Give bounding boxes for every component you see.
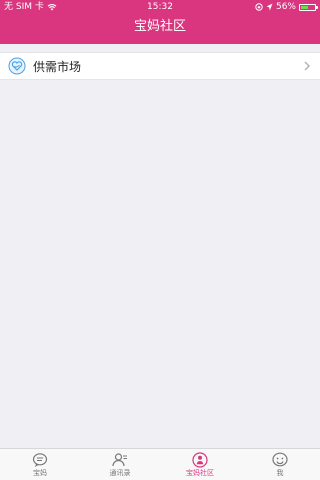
status-right: 56% [255, 0, 318, 14]
heart-handshake-icon [8, 57, 26, 75]
tab-me[interactable]: 我 [240, 449, 320, 480]
page-title: 宝妈社区 [133, 19, 186, 34]
list-item-label: 供需市场 [33, 59, 82, 74]
tab-bar: 宝妈 通讯录 宝妈社区 我 [0, 448, 320, 480]
smiley-icon [272, 452, 288, 467]
tab-community[interactable]: 宝妈社区 [160, 449, 240, 480]
tab-label: 通讯录 [109, 469, 131, 477]
battery-icon [299, 3, 318, 11]
battery-percent: 56% [275, 2, 296, 12]
location-arrow-icon [266, 3, 273, 11]
chevron-right-icon [304, 61, 310, 71]
rotation-lock-icon [255, 3, 263, 11]
contacts-icon [112, 453, 127, 467]
tab-label: 宝妈社区 [186, 469, 214, 477]
status-bar: 无 SIM 卡 15:32 56% [0, 0, 320, 14]
tab-baoma[interactable]: 宝妈 [0, 449, 80, 480]
list-item-supply-demand-market[interactable]: 供需市场 [0, 52, 320, 80]
community-icon [192, 452, 208, 468]
chat-bubble-icon [32, 453, 48, 467]
tab-contacts[interactable]: 通讯录 [80, 449, 160, 480]
tab-label: 宝妈 [33, 469, 47, 477]
tab-label: 我 [276, 469, 284, 477]
header: 无 SIM 卡 15:32 56% 宝妈社区 [0, 0, 320, 44]
